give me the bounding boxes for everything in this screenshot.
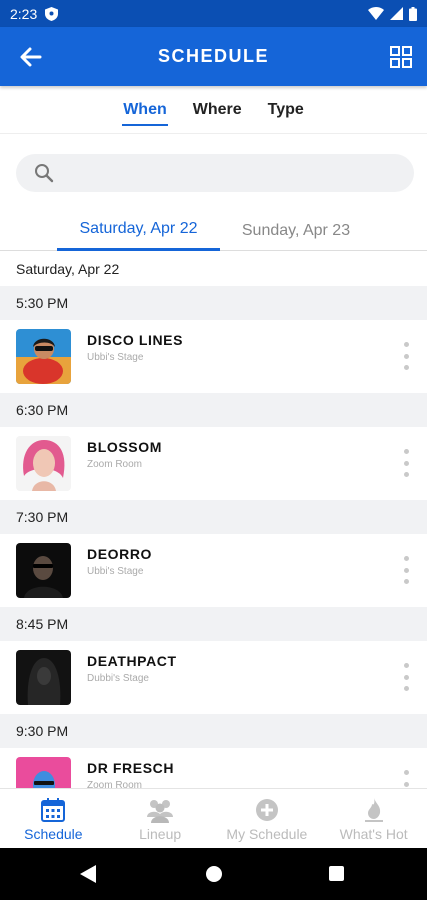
nav-label: Schedule xyxy=(24,826,83,842)
system-back-icon[interactable] xyxy=(80,865,96,883)
date-header: Saturday, Apr 22 xyxy=(16,261,120,277)
search-input[interactable] xyxy=(16,154,414,192)
time-header: 5:30 PM xyxy=(0,286,427,320)
app-bar: SCHEDULE xyxy=(0,27,427,86)
list-item[interactable]: DISCO LINES Ubbi's Stage xyxy=(0,320,427,393)
plus-circle-icon xyxy=(255,799,278,821)
nav-label: My Schedule xyxy=(226,826,308,842)
people-icon xyxy=(147,800,174,823)
shield-icon xyxy=(45,6,59,21)
artist-name: DR FRESCH xyxy=(87,760,175,776)
status-bar: 2:23 xyxy=(0,0,427,27)
day-tabs: Saturday, Apr 22 Sunday, Apr 23 xyxy=(0,210,427,251)
stage-name: Ubbi's Stage xyxy=(87,352,144,363)
artist-photo xyxy=(16,757,71,788)
stage-name: Zoom Room xyxy=(87,459,143,470)
more-options-icon[interactable] xyxy=(402,663,410,691)
system-home-icon[interactable] xyxy=(206,866,222,882)
time-header: 7:30 PM xyxy=(0,500,427,534)
back-arrow-icon[interactable] xyxy=(18,44,44,70)
list-item[interactable]: DEATHPACT Dubbi's Stage xyxy=(0,641,427,714)
artist-name: BLOSSOM xyxy=(87,439,162,455)
nav-label: What's Hot xyxy=(339,826,408,842)
tab-sunday[interactable]: Sunday, Apr 23 xyxy=(220,210,372,251)
artist-photo xyxy=(16,543,71,598)
signal-icon xyxy=(390,7,403,20)
flame-icon xyxy=(364,798,383,822)
tab-when[interactable]: When xyxy=(110,86,180,134)
calendar-icon xyxy=(41,798,66,822)
stage-name: Dubbi's Stage xyxy=(87,673,149,684)
battery-icon xyxy=(409,6,417,21)
more-options-icon[interactable] xyxy=(402,770,410,788)
filter-tabs: When Where Type xyxy=(0,86,427,134)
more-options-icon[interactable] xyxy=(402,342,410,370)
time-header: 8:45 PM xyxy=(0,607,427,641)
artist-photo xyxy=(16,329,71,384)
wifi-icon xyxy=(368,7,384,20)
tab-saturday[interactable]: Saturday, Apr 22 xyxy=(57,210,220,251)
artist-name: DEORRO xyxy=(87,546,153,562)
nav-whats-hot[interactable]: What's Hot xyxy=(320,789,427,848)
nav-my-schedule[interactable]: My Schedule xyxy=(214,789,321,848)
artist-photo xyxy=(16,650,71,705)
nav-schedule[interactable]: Schedule xyxy=(0,789,107,848)
schedule-list[interactable]: 5:30 PM DISCO LINES Ubbi's Stage 6:30 PM xyxy=(0,286,427,788)
stage-name: Zoom Room xyxy=(87,780,143,788)
more-options-icon[interactable] xyxy=(402,449,410,477)
nav-label: Lineup xyxy=(139,826,182,842)
search-icon xyxy=(35,164,54,183)
list-item[interactable]: DR FRESCH Zoom Room xyxy=(0,748,427,788)
tab-type[interactable]: Type xyxy=(255,86,317,134)
system-nav-bar xyxy=(0,848,427,900)
grid-view-icon[interactable] xyxy=(390,46,412,68)
artist-photo xyxy=(16,436,71,491)
more-options-icon[interactable] xyxy=(402,556,410,584)
stage-name: Ubbi's Stage xyxy=(87,566,144,577)
list-item[interactable]: BLOSSOM Zoom Room xyxy=(0,427,427,500)
time-header: 9:30 PM xyxy=(0,714,427,748)
tab-where[interactable]: Where xyxy=(180,86,255,134)
time-header: 6:30 PM xyxy=(0,393,427,427)
artist-name: DEATHPACT xyxy=(87,653,177,669)
nav-lineup[interactable]: Lineup xyxy=(107,789,214,848)
list-item[interactable]: DEORRO Ubbi's Stage xyxy=(0,534,427,607)
bottom-nav: Schedule Lineup My Schedule What's Hot xyxy=(0,788,427,848)
system-recents-icon[interactable] xyxy=(329,866,344,881)
status-time: 2:23 xyxy=(10,5,38,22)
artist-name: DISCO LINES xyxy=(87,332,184,348)
page-title: SCHEDULE xyxy=(157,46,269,66)
